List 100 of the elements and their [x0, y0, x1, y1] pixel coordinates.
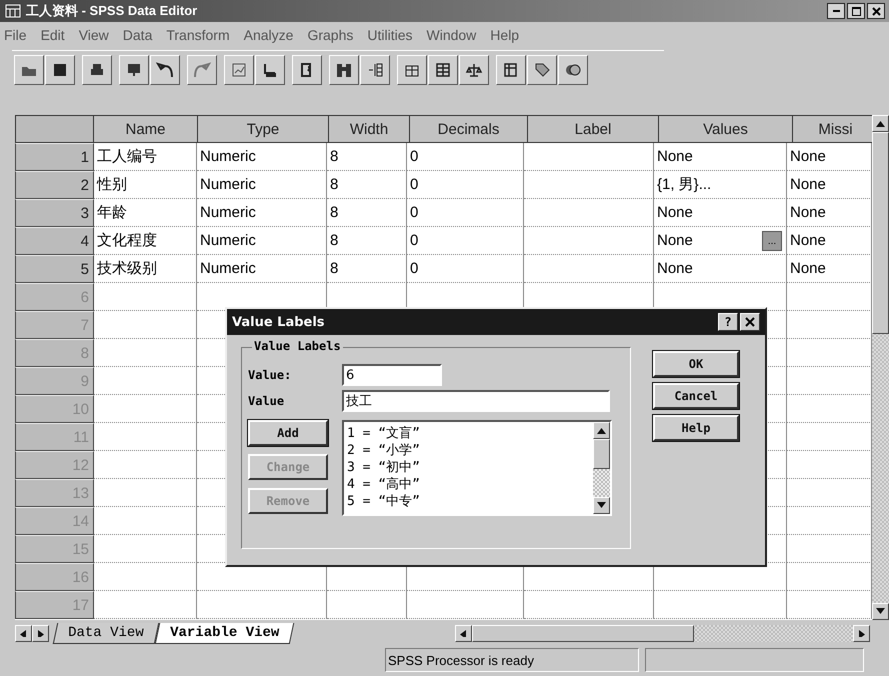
menu-item[interactable]: Data	[122, 27, 152, 43]
right-arrow-icon	[857, 630, 866, 636]
menu-item[interactable]: File	[4, 27, 27, 43]
toolbar-button[interactable]	[82, 55, 112, 85]
window-title: 工人资料 - SPSS Data Editor	[26, 2, 198, 20]
table-cell: Numeric	[197, 143, 327, 171]
right-arrow-icon	[36, 630, 45, 636]
toolbar-button[interactable]	[224, 55, 254, 85]
list-item[interactable]: 4 = “高中”	[347, 476, 590, 493]
table-cell: 文化程度	[94, 227, 197, 255]
field-label: Value:	[248, 368, 292, 382]
menu-item[interactable]: Graphs	[307, 27, 354, 43]
table-cell: 8	[327, 171, 407, 199]
close-icon	[745, 317, 755, 327]
maximize-button[interactable]	[847, 3, 865, 19]
undo-icon	[156, 61, 174, 79]
left-arrow-icon	[459, 630, 468, 636]
toolbar-button[interactable]	[496, 55, 526, 85]
help-button[interactable]: ?	[718, 313, 738, 331]
toolbar-button[interactable]	[397, 55, 427, 85]
binoculars-icon	[335, 61, 353, 79]
table-cell: 性别	[94, 171, 197, 199]
toolbar-button[interactable]	[459, 55, 489, 85]
column-header[interactable]: Values	[659, 115, 793, 143]
vertical-scrollbar[interactable]	[872, 115, 889, 620]
toolbar-button[interactable]	[45, 55, 75, 85]
table-cell: 8	[327, 199, 407, 227]
menu-item[interactable]: View	[78, 27, 109, 43]
menu-item[interactable]: Transform	[166, 27, 230, 43]
labels-list[interactable]: 1 = “文盲” 2 = “小学” 3 = “初中” 4 = “高中” 5 = “中专”	[342, 420, 612, 516]
tab-right-button[interactable]	[32, 624, 49, 642]
table-cell: 0	[407, 171, 524, 199]
column-header[interactable]: Width	[329, 115, 410, 143]
table-cell: Numeric	[197, 227, 327, 255]
table-cell: None	[654, 255, 787, 283]
toolbar-button[interactable]	[329, 55, 359, 85]
menu-item[interactable]: Analyze	[244, 27, 294, 43]
minimize-button[interactable]	[827, 3, 845, 19]
table-cell: None	[654, 199, 787, 227]
toolbar-button[interactable]	[255, 55, 285, 85]
table-cell: {1, 男}...	[654, 171, 787, 199]
goto-icon	[261, 61, 279, 79]
menu-item[interactable]: Utilities	[367, 27, 412, 43]
dialog-button[interactable]: Cancel	[653, 383, 739, 409]
column-header[interactable]: Label	[528, 115, 659, 143]
toolbar-button[interactable]	[150, 55, 180, 85]
table-cell: 8	[327, 227, 407, 255]
row-header[interactable]: 5	[15, 255, 94, 283]
row-header[interactable]: 1	[15, 143, 94, 171]
toolbar-button[interactable]	[360, 55, 390, 85]
ellipsis-button[interactable]: ...	[762, 231, 782, 251]
chart-icon	[230, 61, 248, 79]
dialog-button[interactable]: Help	[653, 415, 739, 441]
tab-left-button[interactable]	[15, 624, 32, 642]
group-title: Value Labels	[252, 339, 343, 353]
field-label: Value	[248, 394, 286, 408]
action-button[interactable]: Add	[248, 420, 328, 446]
column-header[interactable]: Missi	[793, 115, 872, 143]
label-field[interactable]: 技工	[342, 390, 610, 412]
toolbar-button[interactable]	[14, 55, 44, 85]
list-item[interactable]: 2 = “小学”	[347, 442, 590, 459]
list-item[interactable]: 1 = “文盲”	[347, 425, 590, 442]
toolbar-button[interactable]	[527, 55, 557, 85]
table-cell: 技术级别	[94, 255, 197, 283]
list-item[interactable]: 3 = “初中”	[347, 459, 590, 476]
toolbar-button[interactable]	[187, 55, 217, 85]
status-text: SPSS Processor is ready	[385, 648, 639, 672]
table-cell: None ...	[654, 227, 787, 255]
table-cell: 0	[407, 143, 524, 171]
menu-item[interactable]: Window	[426, 27, 476, 43]
toolbar-button[interactable]	[558, 55, 588, 85]
column-header[interactable]: Decimals	[410, 115, 528, 143]
grid-icon	[502, 61, 520, 79]
list-item[interactable]: 5 = “中专”	[347, 493, 590, 510]
save-icon	[51, 61, 69, 79]
list-scrollbar[interactable]	[593, 422, 610, 514]
column-header[interactable]: Name	[94, 115, 198, 143]
sheet-tab[interactable]: Variable View	[154, 622, 294, 644]
row-header[interactable]: 2	[15, 171, 94, 199]
minimize-icon	[832, 10, 840, 12]
menu-item[interactable]: Edit	[40, 27, 65, 43]
toolbar-button[interactable]	[428, 55, 458, 85]
down-arrow-icon	[876, 608, 885, 615]
dialog-title: Value Labels	[232, 314, 325, 330]
toolbar-button[interactable]	[292, 55, 322, 85]
row-header[interactable]: 3	[15, 199, 94, 227]
horizontal-scrollbar[interactable]	[455, 624, 870, 642]
insert-case-icon	[366, 61, 384, 79]
dialog-button[interactable]: OK	[653, 351, 739, 377]
close-button[interactable]	[867, 3, 885, 19]
toolbar-button[interactable]	[119, 55, 149, 85]
row-header[interactable]: 4	[15, 227, 94, 255]
left-arrow-icon	[19, 630, 28, 636]
table-cell: 8	[327, 255, 407, 283]
menu-item[interactable]: Help	[490, 27, 520, 43]
column-header[interactable]: Type	[198, 115, 329, 143]
table-cell: Numeric	[197, 255, 327, 283]
sheet-tab[interactable]: Data View	[52, 622, 159, 644]
table-cell: 8	[327, 143, 407, 171]
value-field[interactable]: 6	[342, 364, 442, 386]
